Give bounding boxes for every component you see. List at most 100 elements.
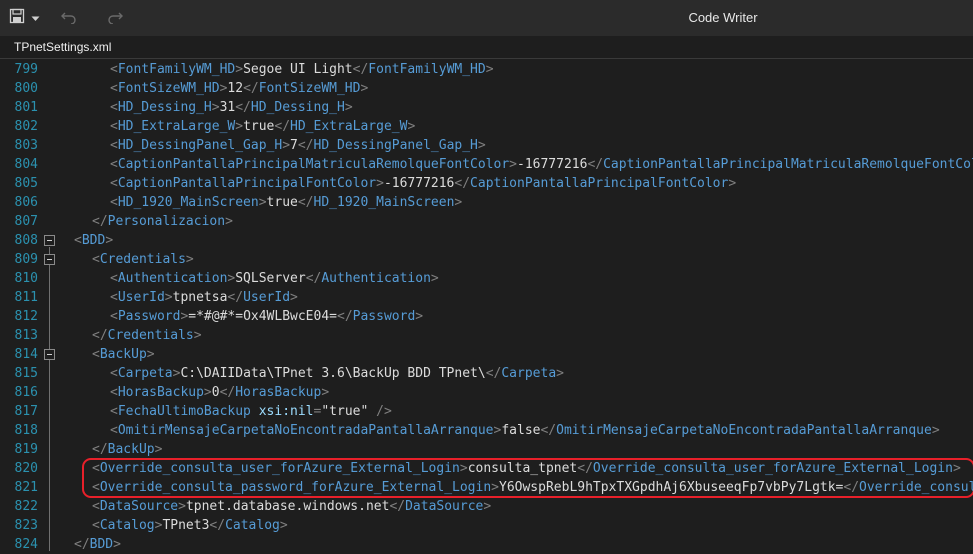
code-line[interactable]: 804 <CaptionPantallaPrincipalMatriculaRem… — [0, 155, 973, 174]
code-token: </ — [74, 537, 90, 552]
code-token: true — [266, 195, 298, 210]
code-line[interactable]: 809 <Credentials> — [0, 250, 973, 269]
code-token: OmitirMensajeCarpetaNoEncontradaPantalla… — [556, 423, 932, 438]
code-line[interactable]: 815 <Carpeta>C:\DAIIData\TPnet 3.6\BackUp… — [0, 364, 973, 383]
line-number: 823 — [14, 518, 38, 533]
code-token: TPnet3 — [162, 518, 210, 533]
collapse-icon[interactable] — [44, 235, 55, 246]
code-line[interactable]: 816 <HorasBackup>0</HorasBackup> — [0, 383, 973, 402]
collapse-icon[interactable] — [44, 254, 55, 265]
line-number: 801 — [14, 100, 38, 115]
line-number: 812 — [14, 309, 38, 324]
code-token: </ — [843, 480, 860, 495]
code-token: BackUp — [107, 442, 155, 457]
code-token: > — [235, 62, 244, 77]
code-token: > — [344, 100, 353, 115]
code-line[interactable]: 810 <Authentication>SQLServer</Authentica… — [0, 269, 973, 288]
code-token: HD_1920_MainScreen — [117, 195, 259, 210]
code-token: </ — [454, 176, 471, 191]
code-token: < — [110, 138, 118, 153]
code-token: HD_DessingPanel_Gap_H — [117, 138, 283, 153]
code-token: </ — [305, 271, 322, 286]
code-line[interactable]: 807 </Personalizacion> — [0, 212, 973, 231]
collapse-icon[interactable] — [44, 349, 55, 360]
code-token: Password — [352, 309, 416, 324]
code-token: < — [110, 81, 118, 96]
code-line[interactable]: 800 <FontSizeWM_HD>12</FontSizeWM_HD> — [0, 79, 973, 98]
code-token: true — [243, 119, 275, 134]
code-token: </ — [577, 461, 593, 476]
code-token: Credentials — [107, 328, 194, 343]
line-number: 820 — [14, 461, 38, 476]
code-editor[interactable]: 799 <FontFamilyWM_HD>Segoe UI Light</Font… — [0, 59, 973, 554]
code-token: </ — [243, 81, 259, 96]
line-number: 808 — [14, 233, 38, 248]
code-text: <CaptionPantallaPrincipalFontColor>-1677… — [110, 174, 736, 193]
code-token: < — [92, 347, 100, 362]
code-token: 31 — [219, 100, 236, 115]
code-line[interactable]: 802 <HD_ExtraLarge_W>true</HD_ExtraLarge_… — [0, 117, 973, 136]
line-number: 809 — [14, 252, 38, 267]
code-line[interactable]: 811 <UserId>tpnetsa</UserId> — [0, 288, 973, 307]
line-number: 815 — [14, 366, 38, 381]
line-number: 807 — [14, 214, 38, 229]
line-number: 799 — [14, 62, 38, 77]
code-line[interactable]: 813 </Credentials> — [0, 326, 973, 345]
code-token: </ — [219, 385, 236, 400]
save-button[interactable] — [6, 6, 28, 30]
code-token: < — [110, 119, 118, 134]
code-token: Carpeta — [501, 366, 557, 381]
code-line[interactable]: 812 <Password>=*#@#*=Ox4WLBwcE04=</Passwo… — [0, 307, 973, 326]
code-token: > — [459, 461, 468, 476]
save-options-dropdown[interactable] — [28, 6, 42, 30]
code-token: > — [225, 214, 233, 229]
code-line[interactable]: 808 <BDD> — [0, 231, 973, 250]
code-token: > — [146, 347, 155, 362]
code-line[interactable]: 806 <HD_1920_MainScreen>true</HD_1920_Mai… — [0, 193, 973, 212]
code-line[interactable]: 823 <Catalog>TPnet3</Catalog> — [0, 516, 973, 535]
code-token: < — [92, 518, 100, 533]
code-line[interactable]: 805 <CaptionPantallaPrincipalFontColor>-1… — [0, 174, 973, 193]
code-line[interactable]: 821 <Override_consulta_password_forAzure_… — [0, 478, 973, 497]
code-token: > — [509, 157, 517, 172]
redo-icon — [106, 8, 124, 29]
code-line[interactable]: 817 <FechaUltimoBackup xsi:nil="true" /> — [0, 402, 973, 421]
code-text: </Personalizacion> — [92, 212, 233, 231]
code-token: CaptionPantallaPrincipalFontColor — [470, 176, 729, 191]
code-text: <FontSizeWM_HD>12</FontSizeWM_HD> — [110, 79, 368, 98]
code-text: <CaptionPantallaPrincipalMatriculaRemolq… — [110, 155, 973, 174]
code-token: HorasBackup — [117, 385, 204, 400]
redo-button[interactable] — [104, 6, 126, 30]
code-token: 7 — [290, 138, 298, 153]
code-token: </ — [485, 366, 502, 381]
code-line[interactable]: 814 <BackUp> — [0, 345, 973, 364]
code-line[interactable]: 820 <Override_consulta_user_forAzure_Exte… — [0, 459, 973, 478]
code-line[interactable]: 824 </BDD> — [0, 535, 973, 554]
code-token: > — [105, 233, 114, 248]
undo-button[interactable] — [58, 6, 80, 30]
code-token: CaptionPantallaPrincipalFontColor — [117, 176, 377, 191]
code-token: > — [485, 62, 494, 77]
code-token: < — [92, 480, 100, 495]
code-text: <Catalog>TPnet3</Catalog> — [92, 516, 288, 535]
line-number: 819 — [14, 442, 38, 457]
code-token: > — [321, 385, 330, 400]
code-text: <FontFamilyWM_HD>Segoe UI Light</FontFam… — [110, 60, 494, 79]
code-line[interactable]: 801 <HD_Dessing_H>31</HD_Dessing_H> — [0, 98, 973, 117]
code-token: > — [235, 119, 244, 134]
code-text: </BackUp> — [92, 440, 162, 459]
code-line[interactable]: 799 <FontFamilyWM_HD>Segoe UI Light</Font… — [0, 60, 973, 79]
code-text: <OmitirMensajeCarpetaNoEncontradaPantall… — [110, 421, 940, 440]
code-line[interactable]: 819 </BackUp> — [0, 440, 973, 459]
code-token: </ — [92, 214, 108, 229]
line-number: 802 — [14, 119, 38, 134]
code-line[interactable]: 822 <DataSource>tpnet.database.windows.ne… — [0, 497, 973, 516]
code-token: > — [415, 309, 424, 324]
code-token: < — [110, 62, 118, 77]
tab-tpnetsettings-xml[interactable]: TPnetSettings.xml — [0, 36, 126, 58]
code-token: < — [92, 461, 100, 476]
save-icon — [9, 8, 25, 29]
code-line[interactable]: 818 <OmitirMensajeCarpetaNoEncontradaPant… — [0, 421, 973, 440]
code-line[interactable]: 803 <HD_DessingPanel_Gap_H>7</HD_DessingP… — [0, 136, 973, 155]
